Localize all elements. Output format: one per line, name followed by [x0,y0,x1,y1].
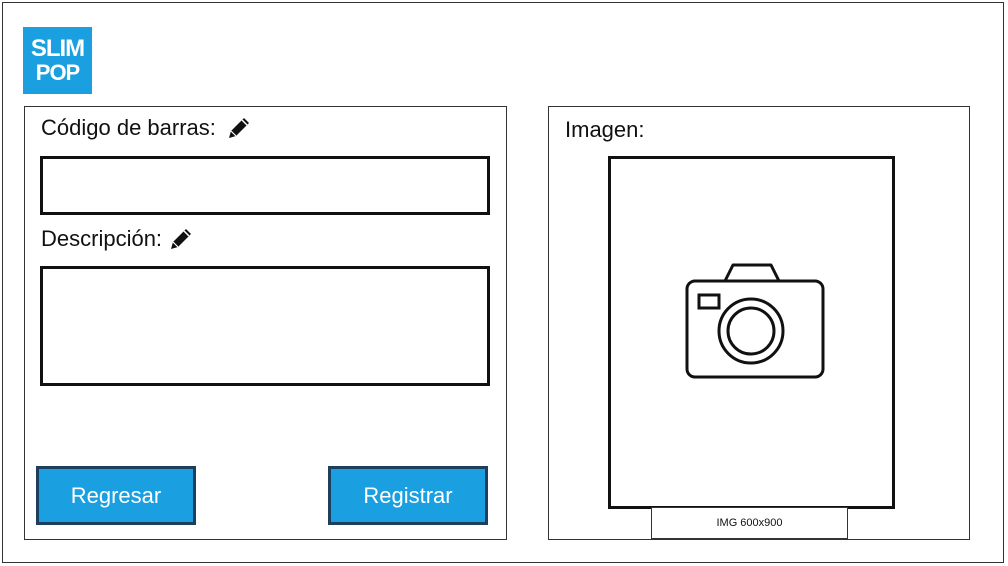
camera-icon [685,263,825,379]
pencil-icon [168,226,194,252]
description-label-row: Descripción: [41,226,194,252]
barcode-label-row: Código de barras: [41,115,252,141]
image-label: Imagen: [565,117,645,142]
register-button[interactable]: Registrar [328,466,488,525]
barcode-input[interactable] [40,156,490,215]
description-label: Descripción: [41,226,163,251]
back-button[interactable]: Regresar [36,466,196,525]
logo-line-1: SLIM [30,35,85,62]
barcode-label: Código de barras: [41,115,216,140]
description-textarea[interactable] [40,266,490,386]
logo-line-2: POP [35,60,80,85]
image-upload-area[interactable] [608,156,895,509]
pencil-icon [226,115,252,141]
image-size-tag: IMG 600x900 [651,507,848,539]
slimpop-logo: SLIM POP [23,27,92,94]
